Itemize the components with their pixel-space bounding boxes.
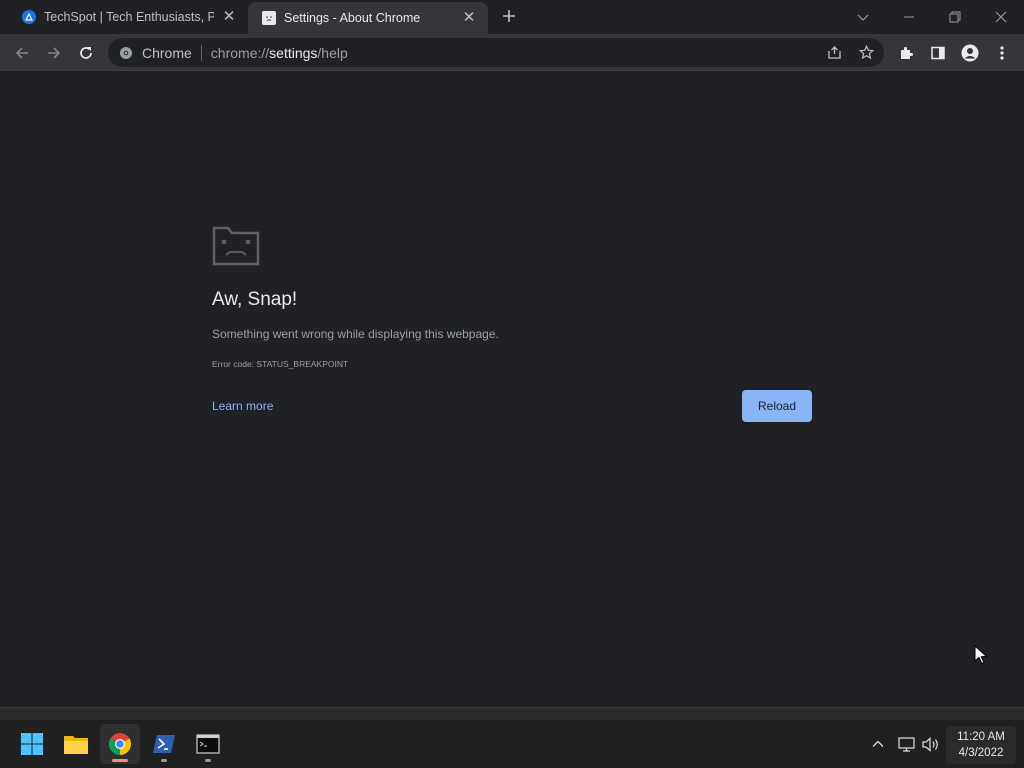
terminal-icon xyxy=(196,734,220,754)
url-text: chrome://settings/help xyxy=(211,45,348,61)
page-content: Aw, Snap! Something went wrong while dis… xyxy=(0,71,1024,707)
tab-search-button[interactable] xyxy=(840,0,886,34)
sad-tab-icon xyxy=(212,226,260,271)
tab-techspot[interactable]: TechSpot | Tech Enthusiasts, Pow ✕ xyxy=(8,0,248,34)
sad-tab-icon xyxy=(262,11,276,25)
show-hidden-icons-button[interactable] xyxy=(868,734,888,754)
folder-icon xyxy=(64,736,88,754)
close-icon xyxy=(995,11,1007,23)
new-tab-button[interactable] xyxy=(498,6,520,28)
mouse-cursor-icon xyxy=(974,644,988,670)
chevron-up-icon xyxy=(872,740,884,747)
volume-button[interactable] xyxy=(921,734,941,754)
plus-icon xyxy=(503,10,515,22)
techspot-icon xyxy=(22,10,36,24)
restore-icon xyxy=(949,11,961,23)
chrome-taskbar-button[interactable] xyxy=(100,724,140,764)
minimize-button[interactable] xyxy=(886,0,932,34)
speaker-icon xyxy=(922,736,938,752)
tab-title: Settings - About Chrome xyxy=(284,11,421,25)
toolbar: Chrome chrome://settings/help xyxy=(0,34,1024,71)
clock-date: 4/3/2022 xyxy=(958,747,1004,759)
puzzle-icon xyxy=(901,47,913,59)
command-prompt-button[interactable] xyxy=(188,724,228,764)
star-icon xyxy=(858,45,874,60)
network-icon xyxy=(897,736,915,752)
menu-button[interactable] xyxy=(988,39,1016,67)
running-indicator xyxy=(112,759,128,762)
share-button[interactable] xyxy=(820,38,848,67)
windows-start-icon xyxy=(21,733,43,755)
tab-settings[interactable]: Settings - About Chrome ✕ xyxy=(248,2,488,34)
chrome-icon xyxy=(120,46,132,59)
clock-time: 11:20 AM xyxy=(957,731,1005,743)
extensions-button[interactable] xyxy=(892,39,920,67)
close-icon[interactable]: ✕ xyxy=(460,9,478,27)
kebab-menu-icon xyxy=(1000,46,1004,60)
avatar-icon xyxy=(961,44,979,62)
url-path: /help xyxy=(317,44,348,61)
address-bar[interactable]: Chrome chrome://settings/help xyxy=(108,38,884,67)
reload-icon xyxy=(80,47,92,59)
chevron-down-icon xyxy=(857,14,869,21)
file-explorer-button[interactable] xyxy=(56,724,96,764)
window-edge-strip xyxy=(0,707,1024,720)
tab-strip: TechSpot | Tech Enthusiasts, Pow ✕ Setti… xyxy=(0,0,1024,34)
clock[interactable]: 11:20 AM 4/3/2022 xyxy=(946,726,1016,764)
reload-toolbar-button[interactable] xyxy=(72,39,100,67)
minimize-icon xyxy=(904,16,914,18)
side-panel-icon xyxy=(931,46,945,60)
taskbar: 11:20 AM 4/3/2022 xyxy=(0,720,1024,768)
network-button[interactable] xyxy=(896,734,916,754)
side-panel-button[interactable] xyxy=(924,39,952,67)
error-message: Something went wrong while displaying th… xyxy=(212,327,499,341)
learn-more-link[interactable]: Learn more xyxy=(212,399,273,413)
powershell-icon xyxy=(153,735,175,753)
url-host: settings xyxy=(269,44,318,61)
back-button[interactable] xyxy=(8,39,36,67)
start-button[interactable] xyxy=(12,724,52,764)
close-icon[interactable]: ✕ xyxy=(220,8,238,26)
restore-button[interactable] xyxy=(932,0,978,34)
close-window-button[interactable] xyxy=(978,0,1024,34)
origin-chip: Chrome xyxy=(142,44,192,61)
url-scheme: chrome:// xyxy=(210,44,270,61)
bookmark-button[interactable] xyxy=(852,38,880,67)
error-code: Error code: STATUS_BREAKPOINT xyxy=(212,359,349,369)
divider xyxy=(200,44,202,61)
profile-button[interactable] xyxy=(956,39,984,67)
running-indicator xyxy=(161,759,167,762)
arrow-left-icon xyxy=(15,47,28,59)
forward-button[interactable] xyxy=(40,39,68,67)
reload-button[interactable]: Reload xyxy=(742,390,812,422)
share-icon xyxy=(827,46,841,59)
running-indicator xyxy=(205,759,211,762)
powershell-button[interactable] xyxy=(144,724,184,764)
tab-title: TechSpot | Tech Enthusiasts, Pow xyxy=(44,10,214,24)
chrome-icon xyxy=(109,733,131,755)
error-title: Aw, Snap! xyxy=(212,289,298,310)
arrow-right-icon xyxy=(48,47,61,59)
